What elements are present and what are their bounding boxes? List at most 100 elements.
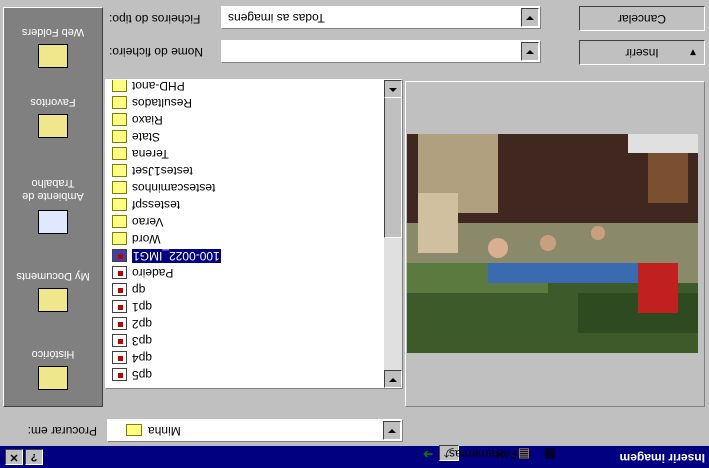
look-in-combo[interactable]: Minha	[107, 419, 403, 442]
place-label: Favoritos	[30, 96, 76, 108]
image-file-icon	[112, 249, 127, 262]
desktop-icon	[38, 210, 68, 234]
image-file-icon	[112, 317, 127, 330]
history-icon	[38, 366, 68, 390]
file-name: qp5	[132, 368, 153, 382]
place-favorites[interactable]: Favoritos	[4, 78, 102, 146]
my-documents-icon	[38, 288, 68, 312]
place-label: Histórico	[31, 348, 75, 360]
title-bar: Inserir imagem ? ✕	[0, 446, 709, 468]
file-list-scrollbar[interactable]	[384, 80, 402, 388]
close-icon: ✕	[9, 451, 19, 463]
preview-image	[407, 134, 698, 353]
folder-icon	[112, 215, 127, 228]
file-name: testes1Jset	[132, 164, 193, 178]
image-file-item[interactable]: qp4	[108, 350, 308, 367]
scroll-up-button[interactable]	[384, 80, 402, 98]
image-file-icon	[112, 300, 127, 313]
image-file-icon	[112, 368, 127, 381]
insert-label: Inserir	[625, 46, 659, 60]
places-bar: Histórico My Documents Ambiente de Traba…	[3, 7, 103, 407]
folder-item[interactable]: testes1Jset	[108, 163, 308, 180]
file-name: Word	[132, 232, 161, 246]
image-file-icon	[112, 283, 127, 296]
insert-button[interactable]: Inserir ▾	[579, 40, 705, 65]
preview-pane	[405, 81, 705, 407]
folder-item[interactable]: testesspf	[108, 197, 308, 214]
scroll-arrow-icon	[389, 378, 397, 382]
filetype-dropdown-button[interactable]	[521, 8, 539, 27]
folder-icon	[112, 198, 127, 211]
file-list[interactable]: PapersPHD-anotResultadosRiaxoStateTerena…	[105, 79, 403, 389]
image-file-icon	[112, 334, 127, 347]
folder-item[interactable]: Word	[108, 231, 308, 248]
filetype-combo[interactable]: Todas as imagens	[221, 6, 541, 29]
image-file-item[interactable]: qp2	[108, 316, 308, 333]
file-name: testesspf	[132, 198, 181, 212]
file-name: PHD-anot	[132, 80, 185, 93]
filename-field[interactable]	[221, 40, 541, 63]
image-file-item[interactable]: qp1	[108, 299, 308, 316]
file-name: qp	[132, 283, 146, 297]
insert-dropdown-icon[interactable]: ▾	[690, 41, 696, 64]
close-button[interactable]: ✕	[5, 449, 23, 465]
look-in-value: Minha	[148, 424, 181, 438]
image-file-item[interactable]: 100-0022_IMG1	[108, 248, 308, 265]
chevron-down-icon	[526, 50, 534, 54]
folder-icon	[112, 80, 127, 92]
place-history[interactable]: Histórico	[4, 326, 102, 398]
look-in-label: Procurar em:	[27, 424, 97, 438]
favorites-icon	[38, 114, 68, 138]
place-desktop[interactable]: Ambiente de Trabalho	[4, 152, 102, 240]
image-file-item[interactable]: Padeiro	[108, 265, 308, 282]
tools-label: Ferramentas	[449, 447, 518, 461]
file-name: Resultados	[132, 96, 193, 110]
folder-icon	[126, 424, 142, 436]
scroll-down-button[interactable]	[384, 370, 402, 388]
folder-item[interactable]: Terena	[108, 146, 308, 163]
folder-icon	[112, 96, 127, 109]
folder-item[interactable]: Riaxo	[108, 112, 308, 129]
file-name: qp3	[132, 334, 153, 348]
window-title: Inserir imagem	[619, 451, 705, 465]
folder-icon	[112, 113, 127, 126]
folder-item[interactable]: testescaminhos	[108, 180, 308, 197]
chevron-down-icon	[388, 429, 396, 433]
place-label: Web Folders	[21, 26, 85, 38]
place-label: My Documents	[16, 270, 90, 282]
image-file-item[interactable]: qp3	[108, 333, 308, 350]
back-button[interactable]: ➜	[419, 445, 437, 463]
look-in-dropdown-button[interactable]	[383, 421, 401, 440]
chevron-down-icon	[526, 16, 534, 20]
folder-item[interactable]: Resultados	[108, 95, 308, 112]
folder-icon	[112, 181, 127, 194]
folder-item[interactable]: Verao	[108, 214, 308, 231]
folder-icon	[112, 232, 127, 245]
image-file-icon	[112, 266, 127, 279]
folder-icon	[112, 130, 127, 143]
cancel-button[interactable]: Cancelar	[579, 6, 705, 31]
file-name: Verao	[132, 215, 164, 229]
filename-dropdown-button[interactable]	[521, 42, 539, 61]
help-button[interactable]: ?	[25, 449, 43, 465]
back-arrow-icon: ➜	[422, 447, 434, 462]
place-web-folders[interactable]: Web Folders	[4, 10, 102, 76]
image-file-item[interactable]: qp	[108, 282, 308, 299]
cancel-label: Cancelar	[617, 12, 667, 26]
folder-icon	[112, 164, 127, 177]
file-name: 100-0022_IMG1	[132, 249, 221, 263]
folder-icon	[112, 147, 127, 160]
scroll-thumb[interactable]	[384, 96, 402, 238]
folder-item[interactable]: State	[108, 129, 308, 146]
scroll-arrow-icon	[389, 88, 397, 92]
filetype-label: Ficheiros do tipo:	[109, 12, 201, 26]
file-list-items: PapersPHD-anotResultadosRiaxoStateTerena…	[108, 80, 384, 388]
place-my-documents[interactable]: My Documents	[4, 248, 102, 320]
image-file-icon	[112, 351, 127, 364]
folder-item[interactable]: PHD-anot	[108, 80, 308, 95]
image-file-item[interactable]: qp5	[108, 367, 308, 384]
filename-label: Nome do ficheiro:	[109, 45, 204, 59]
web-folders-icon	[38, 44, 68, 68]
tools-menu[interactable]: Ferramentas	[449, 445, 579, 463]
file-name: Terena	[132, 147, 169, 161]
